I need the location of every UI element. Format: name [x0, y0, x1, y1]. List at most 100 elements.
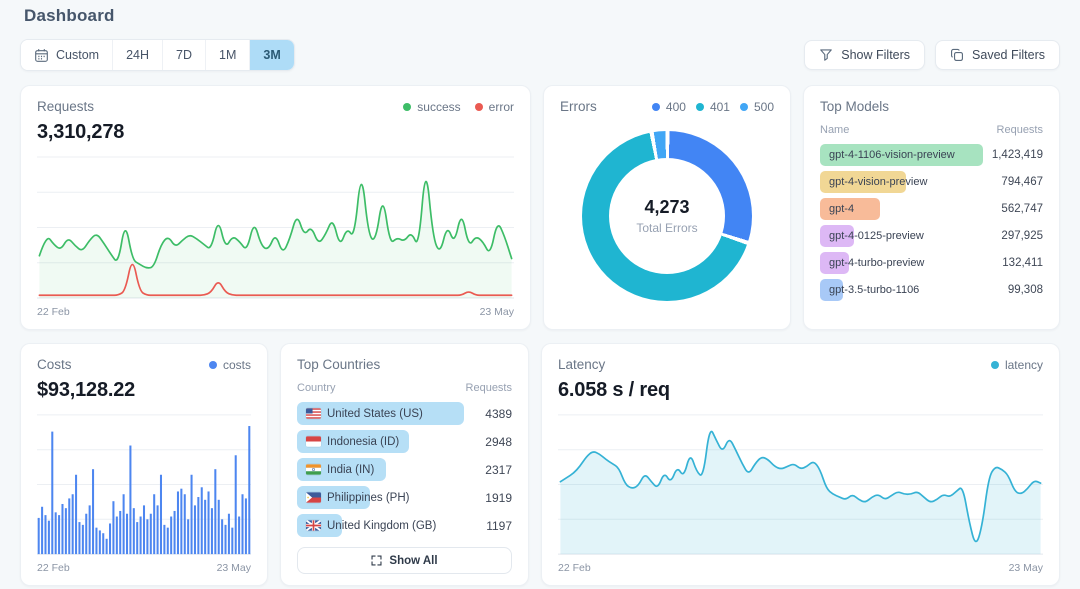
costs-bar-chart[interactable] — [37, 412, 251, 557]
country-requests-value: 2317 — [472, 463, 512, 477]
show-filters-button[interactable]: Show Filters — [804, 40, 925, 70]
model-name: gpt-4 — [829, 203, 854, 215]
model-name: gpt-4-1106-vision-preview — [829, 149, 955, 161]
legend-dot-icon — [403, 103, 411, 111]
errors-donut-chart[interactable]: 4,273 Total Errors — [582, 131, 752, 301]
legend-dot-icon — [991, 361, 999, 369]
legend-item-401[interactable]: 401 — [696, 100, 730, 114]
range-button-24h[interactable]: 24H — [113, 40, 163, 70]
model-row: gpt-4-vision-preview 794,467 — [820, 171, 1043, 193]
legend-label: costs — [223, 358, 251, 372]
costs-x-axis: 22 Feb 23 May — [37, 562, 251, 574]
legend-dot-icon — [696, 103, 704, 111]
model-requests-value: 1,423,419 — [991, 149, 1043, 161]
model-name: gpt-4-vision-preview — [829, 176, 927, 188]
latency-legend: latency — [991, 358, 1043, 372]
country-bar-container: India (IN) — [297, 458, 464, 481]
range-button-7d[interactable]: 7D — [163, 40, 206, 70]
latency-card-title: Latency — [558, 357, 605, 372]
saved-filters-button[interactable]: Saved Filters — [935, 40, 1060, 70]
model-name: gpt-4-0125-preview — [829, 230, 924, 242]
requests-card-title: Requests — [37, 99, 94, 114]
range-label: 24H — [126, 48, 149, 62]
legend-item-400[interactable]: 400 — [652, 100, 686, 114]
model-bar-container: gpt-4 — [820, 198, 983, 220]
country-row: Philippines (PH) 1919 — [297, 486, 512, 509]
country-row: India (IN) 2317 — [297, 458, 512, 481]
costs-card: Costs costs $93,128.22 22 Feb 23 May — [20, 343, 268, 586]
column-requests-header: Requests — [466, 382, 512, 394]
costs-total-value: $93,128.22 — [37, 379, 251, 402]
latency-card: Latency latency 6.058 s / req 22 Feb 23 … — [541, 343, 1060, 586]
date-range-control: Custom 24H 7D 1M 3M — [20, 39, 295, 71]
column-requests-header: Requests — [997, 124, 1043, 136]
expand-icon — [371, 555, 382, 566]
country-row: United Kingdom (GB)1197 — [297, 514, 512, 537]
model-requests-value: 562,747 — [991, 203, 1043, 215]
saved-filters-label: Saved Filters — [972, 48, 1045, 62]
country-name: Indonesia (ID) — [306, 436, 399, 448]
flag-gb-icon — [306, 520, 321, 531]
country-row: United States (US) 4389 — [297, 402, 512, 425]
model-requests-value: 794,467 — [991, 176, 1043, 188]
country-requests-value: 4389 — [472, 407, 512, 421]
x-axis-end-label: 23 May — [480, 306, 514, 318]
range-button-custom[interactable]: Custom — [21, 40, 113, 70]
show-filters-label: Show Filters — [841, 48, 910, 62]
top-countries-card: Top Countries Country Requests United St… — [280, 343, 529, 586]
country-name: Philippines (PH) — [306, 492, 409, 504]
top-models-card-title: Top Models — [820, 99, 889, 114]
model-row: gpt-4-0125-preview 297,925 — [820, 225, 1043, 247]
model-bar-container: gpt-4-0125-preview — [820, 225, 983, 247]
model-bar-container: gpt-4-1106-vision-preview — [820, 144, 983, 166]
model-row: gpt-4-turbo-preview132,411 — [820, 252, 1043, 274]
errors-legend: 400 401 500 — [652, 100, 774, 114]
requests-line-chart[interactable] — [37, 154, 514, 301]
latency-area-chart[interactable] — [558, 412, 1043, 557]
model-row: gpt-4 562,747 — [820, 198, 1043, 220]
legend-item-latency[interactable]: latency — [991, 358, 1043, 372]
dashboard-page: Dashboard Custom 24H 7D 1M 3M Show Filters S… — [20, 6, 1060, 586]
country-name: United Kingdom (GB) — [306, 520, 436, 532]
model-row: gpt-4-1106-vision-preview 1,423,419 — [820, 144, 1043, 166]
calendar-icon — [34, 48, 49, 63]
country-requests-value: 1919 — [472, 491, 512, 505]
range-label: 3M — [263, 48, 280, 62]
legend-dot-icon — [475, 103, 483, 111]
legend-item-success[interactable]: success — [403, 100, 460, 114]
toolbar: Custom 24H 7D 1M 3M Show Filters Saved Filte… — [20, 39, 1060, 71]
page-title: Dashboard — [24, 6, 1060, 26]
legend-item-error[interactable]: error — [475, 100, 514, 114]
flag-us-icon — [306, 408, 321, 419]
range-button-3m[interactable]: 3M — [250, 40, 293, 70]
top-models-card: Top Models Name Requests gpt-4-1106-visi… — [803, 85, 1060, 330]
costs-card-title: Costs — [37, 357, 72, 372]
range-button-1m[interactable]: 1M — [206, 40, 250, 70]
show-all-button[interactable]: Show All — [297, 547, 512, 574]
legend-dot-icon — [209, 361, 217, 369]
legend-dot-icon — [652, 103, 660, 111]
cards-row-1: Requests successerror 3,310,278 22 Feb 2… — [20, 85, 1060, 330]
legend-dot-icon — [740, 103, 748, 111]
country-requests-value: 2948 — [472, 435, 512, 449]
legend-label: success — [417, 100, 460, 114]
model-bar-container: gpt-3.5-turbo-1106 — [820, 279, 983, 301]
model-name: gpt-4-turbo-preview — [829, 257, 924, 269]
latency-x-axis: 22 Feb 23 May — [558, 562, 1043, 574]
model-bar-container: gpt-4-vision-preview — [820, 171, 983, 193]
legend-item-costs[interactable]: costs — [209, 358, 251, 372]
model-name: gpt-3.5-turbo-1106 — [829, 284, 919, 296]
range-label: Custom — [56, 48, 99, 62]
flag-id-icon — [306, 436, 321, 447]
legend-item-500[interactable]: 500 — [740, 100, 774, 114]
legend-label: 400 — [666, 100, 686, 114]
country-name: United States (US) — [306, 408, 423, 420]
legend-label: latency — [1005, 358, 1043, 372]
model-requests-value: 297,925 — [991, 230, 1043, 242]
requests-card: Requests successerror 3,310,278 22 Feb 2… — [20, 85, 531, 330]
column-country-header: Country — [297, 382, 336, 394]
top-models-rows: gpt-4-1106-vision-preview1,423,419gpt-4-… — [820, 144, 1043, 301]
range-label: 7D — [176, 48, 192, 62]
model-row: gpt-3.5-turbo-110699,308 — [820, 279, 1043, 301]
model-bar-container: gpt-4-turbo-preview — [820, 252, 983, 274]
